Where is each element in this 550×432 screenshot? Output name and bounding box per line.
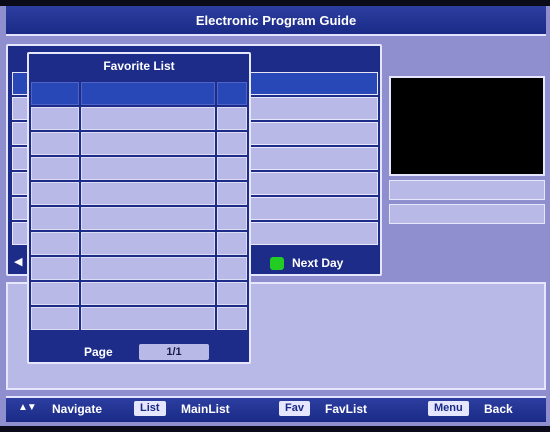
fav-name-cell[interactable]: [81, 132, 215, 155]
menu-key[interactable]: Menu: [428, 401, 469, 416]
fav-number-cell[interactable]: [31, 282, 79, 305]
fav-name-cell[interactable]: [81, 307, 215, 330]
green-key-icon: [270, 256, 284, 270]
fav-number-cell[interactable]: [31, 257, 79, 280]
fav-flag-cell[interactable]: [217, 132, 247, 155]
fav-flag-cell[interactable]: [217, 257, 247, 280]
navigate-label: Navigate: [52, 402, 103, 416]
program-info-bar: [389, 180, 545, 200]
up-down-arrows-icon: ▲▼: [18, 402, 37, 413]
fav-number-cell[interactable]: [31, 82, 79, 105]
page-title: Electronic Program Guide: [195, 12, 357, 28]
fav-name-cell[interactable]: [81, 257, 215, 280]
fav-name-cell[interactable]: [81, 107, 215, 130]
title-bar: Electronic Program Guide: [6, 6, 546, 36]
fav-name-cell[interactable]: [81, 282, 215, 305]
fav-number-cell[interactable]: [31, 107, 79, 130]
favorite-list-grid: [31, 82, 247, 336]
fav-number-cell[interactable]: [31, 307, 79, 330]
fav-number-cell[interactable]: [31, 207, 79, 230]
page-indicator: 1/1: [139, 344, 209, 360]
back-label: Back: [484, 402, 513, 416]
fav-name-cell[interactable]: [81, 232, 215, 255]
fav-name-cell[interactable]: [81, 207, 215, 230]
fav-key[interactable]: Fav: [279, 401, 310, 416]
fav-number-cell[interactable]: [31, 157, 79, 180]
fav-number-cell[interactable]: [31, 182, 79, 205]
screen-border-bottom: [0, 426, 550, 432]
fav-number-cell[interactable]: [31, 132, 79, 155]
favorite-list-title: Favorite List: [103, 59, 175, 73]
next-day-button[interactable]: Next Day: [270, 252, 380, 274]
fav-name-cell[interactable]: [81, 82, 215, 105]
fav-number-cell[interactable]: [31, 232, 79, 255]
page-label: Page: [84, 345, 113, 359]
mainlist-label: MainList: [181, 402, 230, 416]
video-preview: [389, 76, 545, 176]
fav-flag-cell[interactable]: [217, 182, 247, 205]
fav-flag-cell[interactable]: [217, 307, 247, 330]
fav-flag-cell[interactable]: [217, 207, 247, 230]
favlist-label: FavList: [325, 402, 368, 416]
fav-name-cell[interactable]: [81, 182, 215, 205]
program-info-bar: [389, 204, 545, 224]
list-key[interactable]: List: [134, 401, 166, 416]
fav-flag-cell[interactable]: [217, 82, 247, 105]
fav-name-cell[interactable]: [81, 157, 215, 180]
fav-flag-cell[interactable]: [217, 282, 247, 305]
next-day-label: Next Day: [292, 256, 344, 270]
fav-flag-cell[interactable]: [217, 107, 247, 130]
left-arrow-icon[interactable]: ◀: [14, 254, 24, 270]
fav-flag-cell[interactable]: [217, 232, 247, 255]
fav-flag-cell[interactable]: [217, 157, 247, 180]
